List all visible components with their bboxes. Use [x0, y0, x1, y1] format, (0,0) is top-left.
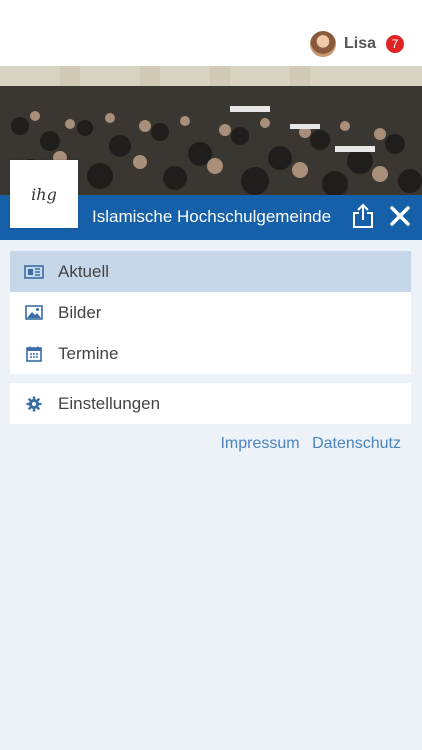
avatar[interactable]: [309, 31, 336, 57]
user-name[interactable]: Lisa: [344, 35, 376, 53]
ihg-logo: ihg: [10, 160, 78, 228]
calendar-icon: [24, 345, 44, 363]
gear-icon: [24, 395, 44, 413]
menu-item-einstellungen[interactable]: Einstellungen: [10, 383, 411, 424]
close-button[interactable]: [387, 202, 413, 230]
menu-item-bilder[interactable]: Bilder: [10, 292, 411, 333]
page-title: Islamische Hochschulgemeinde: [92, 207, 332, 226]
menu-item-termine[interactable]: Termine: [10, 333, 411, 374]
top-bar: Lisa 7: [0, 0, 422, 66]
close-icon: [390, 206, 410, 226]
logo-text: ihg: [31, 184, 57, 204]
menu-item-aktuell[interactable]: Aktuell: [10, 251, 411, 292]
menu-item-label: Einstellungen: [58, 393, 161, 413]
notification-badge[interactable]: 7: [386, 35, 404, 53]
impressum-link[interactable]: Impressum: [220, 435, 299, 452]
image-icon: [24, 304, 44, 322]
nav-menu: Aktuell Bilder Termine: [10, 251, 411, 374]
share-icon: [353, 203, 373, 228]
newspaper-icon: [24, 263, 44, 281]
footer-links: Impressum Datenschutz: [212, 435, 401, 453]
datenschutz-link[interactable]: Datenschutz: [312, 435, 401, 452]
menu-item-label: Bilder: [58, 302, 102, 322]
user-menu[interactable]: Lisa 7: [309, 30, 404, 58]
menu-item-label: Termine: [58, 343, 119, 363]
menu-item-label: Aktuell: [58, 261, 110, 281]
share-button[interactable]: [352, 203, 374, 229]
settings-menu: Einstellungen: [10, 383, 411, 424]
